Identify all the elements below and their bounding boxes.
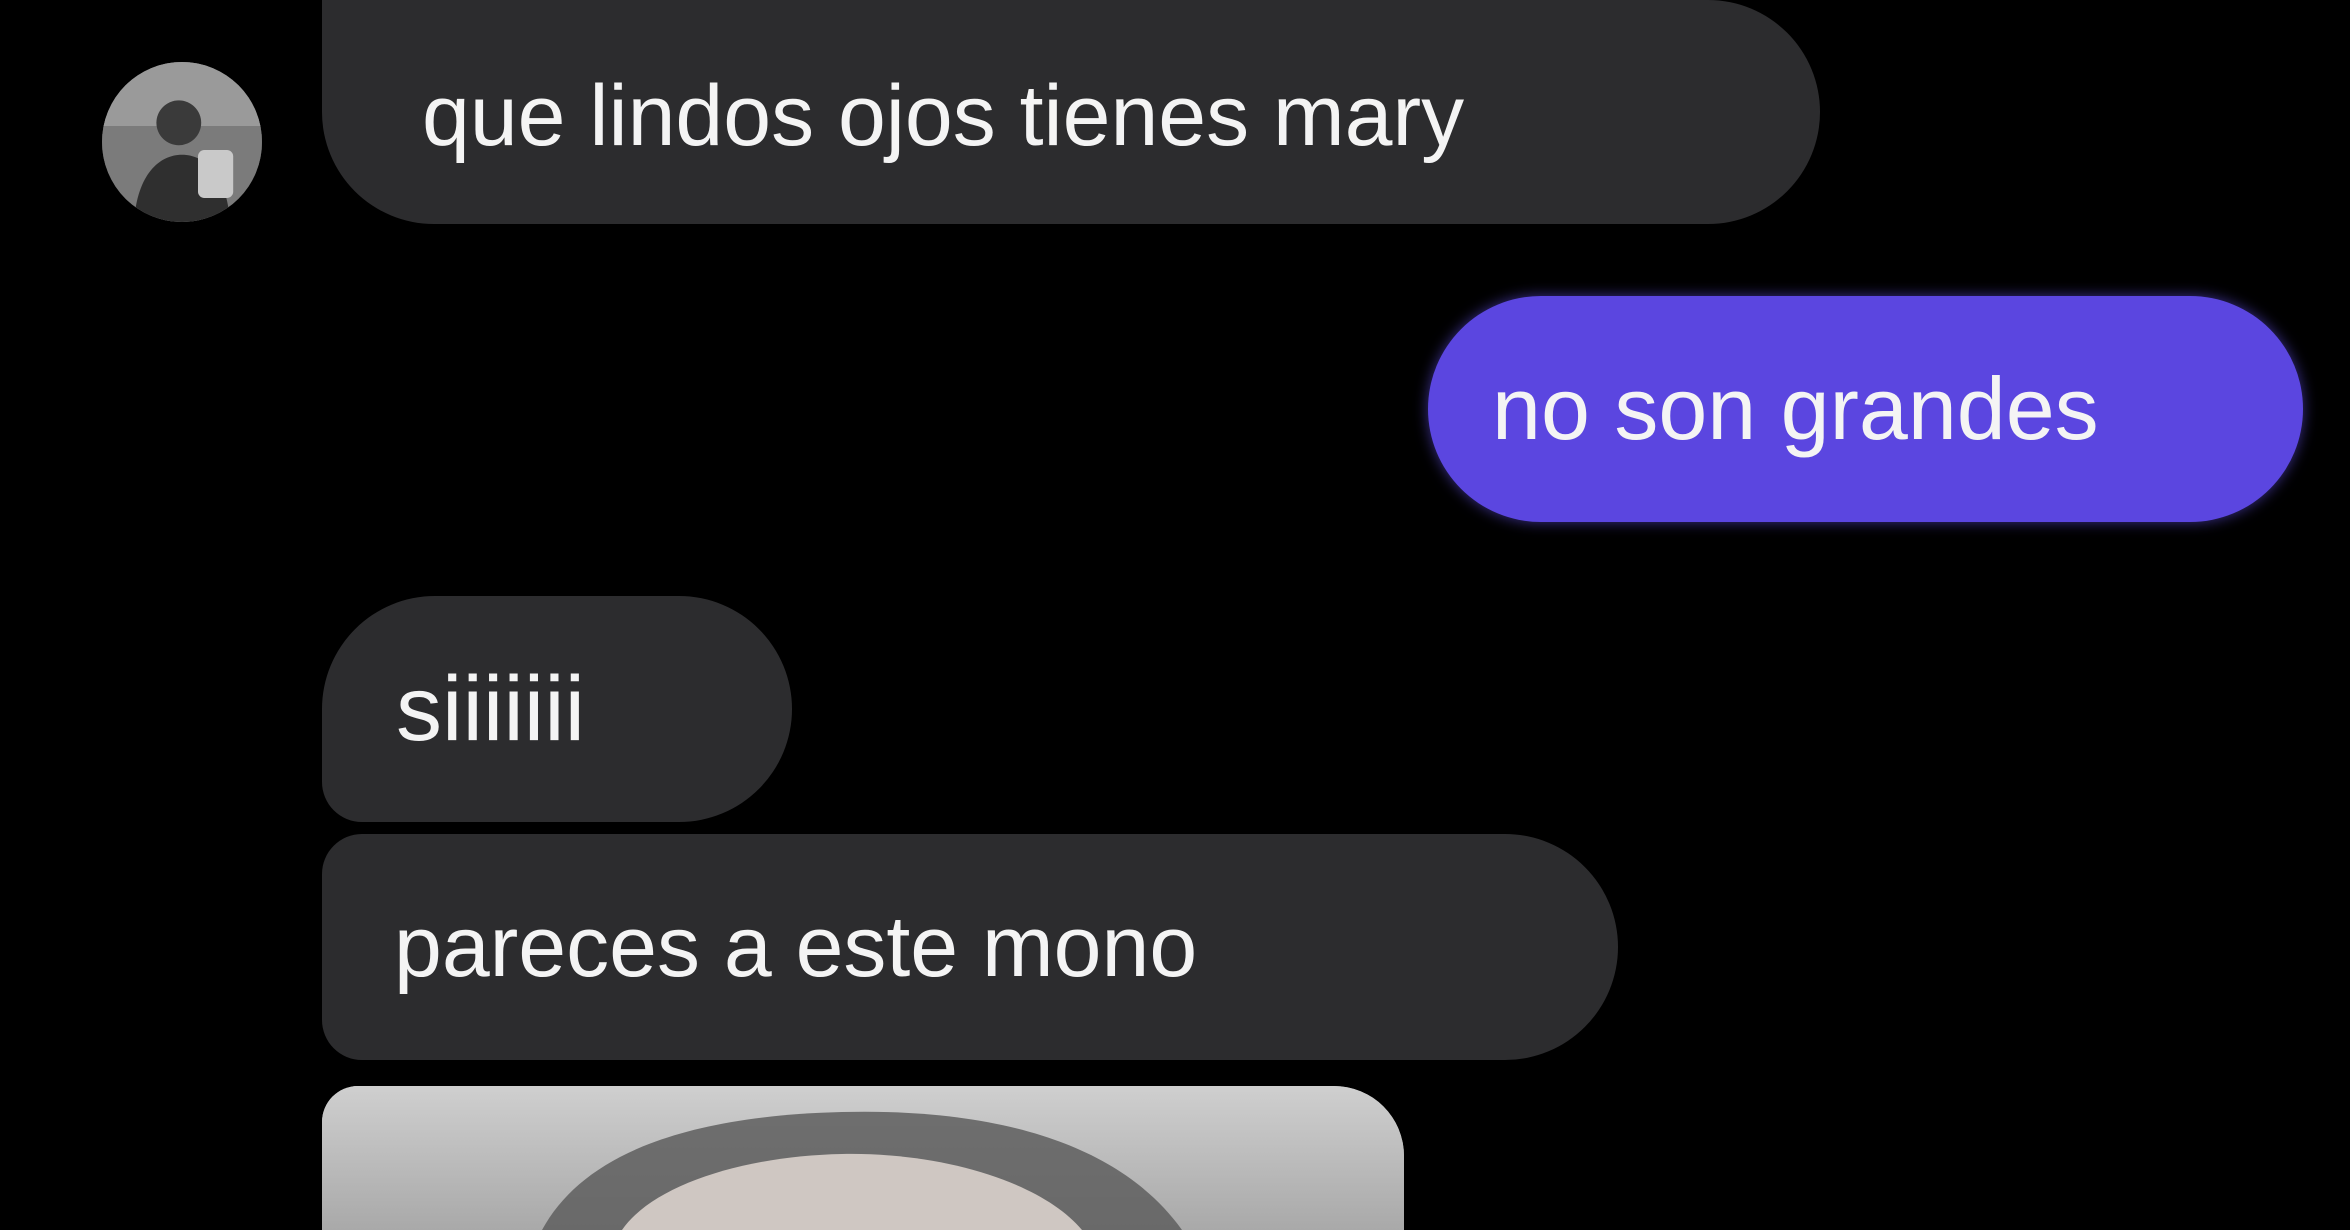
message-text: que lindos ojos tienes mary bbox=[422, 68, 1465, 164]
message-text: no son grandes bbox=[1492, 359, 2099, 458]
profile-photo-icon bbox=[102, 62, 262, 222]
photo-attachment-icon bbox=[322, 1086, 1404, 1230]
message-bubble-outgoing[interactable]: no son grandes bbox=[1428, 296, 2303, 522]
image-message[interactable] bbox=[322, 1086, 1404, 1230]
message-bubble-incoming[interactable]: pareces a este mono bbox=[322, 834, 1618, 1060]
message-bubble-incoming[interactable]: siiiiiii bbox=[322, 596, 792, 822]
message-bubble-incoming[interactable]: que lindos ojos tienes mary bbox=[322, 0, 1820, 224]
contact-avatar[interactable] bbox=[102, 62, 262, 222]
message-text: siiiiiii bbox=[396, 658, 586, 760]
message-text: pareces a este mono bbox=[394, 899, 1198, 995]
chat-thread: que lindos ojos tienes mary no son grand… bbox=[0, 0, 2350, 1230]
